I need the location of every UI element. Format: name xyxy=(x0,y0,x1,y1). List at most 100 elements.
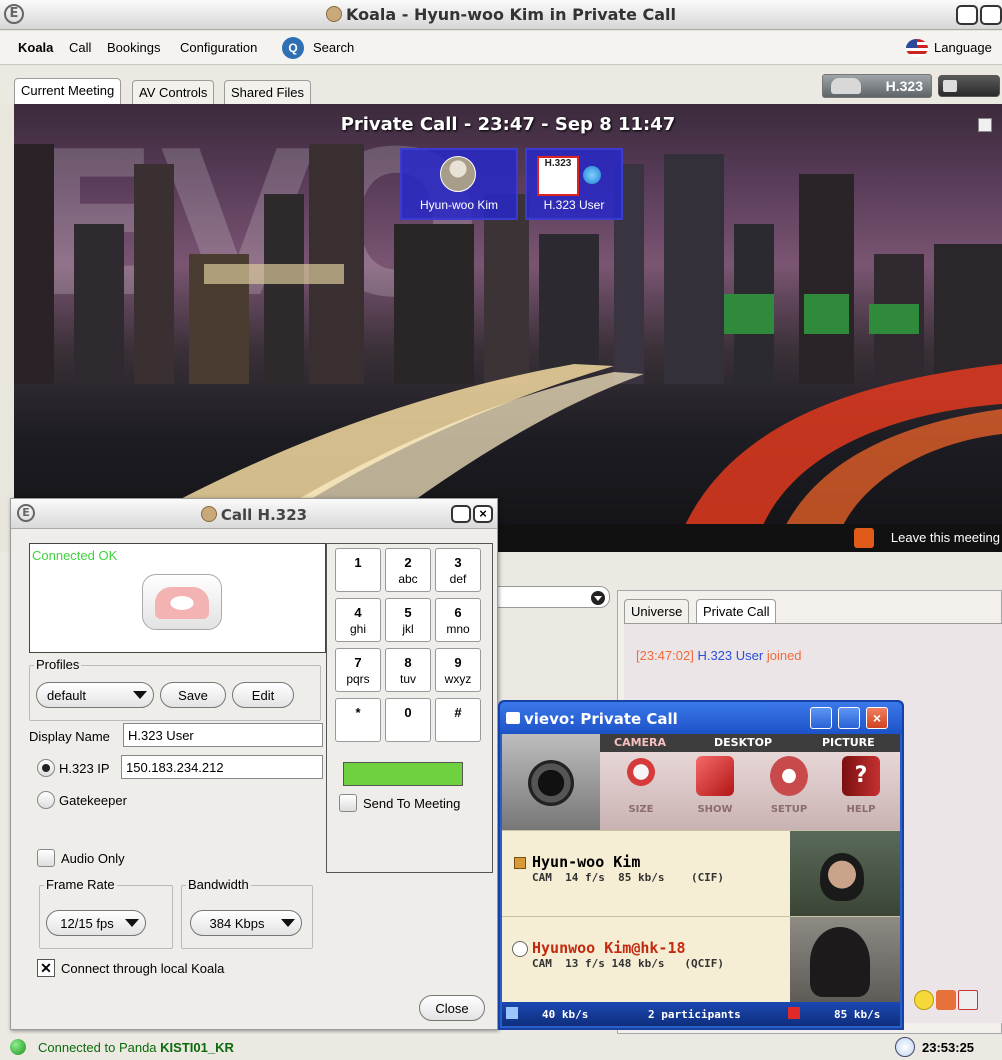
tool-label: SIZE xyxy=(628,804,654,815)
chat-toolbar xyxy=(914,990,980,1010)
h323-ip-radio[interactable] xyxy=(37,759,55,777)
tab-desktop[interactable]: DESKTOP xyxy=(714,736,772,749)
dial-key-6[interactable]: 6 mno xyxy=(435,598,481,642)
profile-value: default xyxy=(47,688,87,703)
chat-action: joined xyxy=(766,648,802,663)
vievo-participant-row[interactable]: Hyunwoo Kim@hk-18 CAM 13 f/s 148 kb/s (Q… xyxy=(502,916,900,1003)
exit-door-icon[interactable] xyxy=(854,528,874,548)
smiley-icon[interactable] xyxy=(914,990,934,1010)
clear-icon[interactable] xyxy=(958,990,978,1010)
connect-local-checkbox[interactable]: ✕ xyxy=(37,959,55,977)
bandwidth-select[interactable]: 384 Kbps xyxy=(190,910,302,936)
maximize-button[interactable] xyxy=(980,5,1002,25)
frame-rate-select[interactable]: 12/15 fps xyxy=(46,910,146,936)
participants-dropdown[interactable] xyxy=(483,586,610,608)
profile-select[interactable]: default xyxy=(36,682,154,708)
call-h323-dialog: E Call H.323 × Connected OK Profiles def… xyxy=(10,498,498,1030)
help-book-icon: ? xyxy=(842,756,880,796)
video-toggle-button[interactable] xyxy=(938,75,1000,97)
edit-icon[interactable] xyxy=(978,118,992,132)
connection-indicator-icon xyxy=(10,1039,26,1055)
vievo-close-button[interactable]: × xyxy=(866,707,888,729)
menu-call[interactable]: Call xyxy=(69,40,91,55)
connection-status: Connected OK xyxy=(32,548,118,563)
clock-icon xyxy=(895,1037,915,1057)
close-button[interactable]: Close xyxy=(419,995,485,1021)
tab-shared-files[interactable]: Shared Files xyxy=(224,80,311,104)
dial-display xyxy=(343,762,463,786)
vievo-minimize-button[interactable] xyxy=(810,707,832,729)
vievo-tabs: CAMERA DESKTOP PICTURE xyxy=(600,734,900,752)
send-to-meeting-label: Send To Meeting xyxy=(363,796,461,811)
tab-av-controls[interactable]: AV Controls xyxy=(132,80,215,104)
dial-key-4[interactable]: 4 ghi xyxy=(335,598,381,642)
chevron-down-icon xyxy=(133,689,147,701)
send-to-meeting-checkbox[interactable] xyxy=(339,794,357,812)
dial-key-5[interactable]: 5 jkl xyxy=(385,598,431,642)
menu-search[interactable]: Search xyxy=(313,40,354,55)
dialog-title: Call H.323 xyxy=(11,506,497,524)
dialog-minimize-button[interactable] xyxy=(451,505,471,523)
us-flag-icon[interactable] xyxy=(906,39,928,57)
gatekeeper-radio[interactable] xyxy=(37,791,55,809)
dial-key-0[interactable]: 0 xyxy=(385,698,431,742)
vievo-maximize-button[interactable] xyxy=(838,707,860,729)
vievo-status-bar: 40 kb/s 2 participants 85 kb/s xyxy=(502,1002,900,1026)
koala-icon xyxy=(200,506,217,522)
tab-current-meeting[interactable]: Current Meeting xyxy=(14,78,122,104)
save-button[interactable]: Save xyxy=(160,682,226,708)
size-button[interactable]: SIZE xyxy=(616,756,666,828)
koala-icon xyxy=(325,6,342,22)
leave-meeting-link[interactable]: Leave this meeting xyxy=(891,530,1000,545)
tab-private-call[interactable]: Private Call xyxy=(696,599,777,623)
dial-key-1[interactable]: 1 xyxy=(335,548,381,592)
tab-picture[interactable]: PICTURE xyxy=(822,736,875,749)
menu-bookings[interactable]: Bookings xyxy=(107,40,160,55)
dialog-title-text: Call H.323 xyxy=(220,506,308,524)
video-thumbnail[interactable] xyxy=(790,917,900,1003)
dial-key-7[interactable]: 7 pqrs xyxy=(335,648,381,692)
setup-button[interactable]: SETUP xyxy=(764,756,814,828)
chevron-down-icon xyxy=(125,917,139,929)
participant-card-hyun-woo-kim[interactable]: Hyun-woo Kim xyxy=(400,148,518,220)
dial-key-star[interactable]: * xyxy=(335,698,381,742)
key-digit: 8 xyxy=(404,655,412,670)
audio-only-label: Audio Only xyxy=(61,851,125,866)
h323-ip-field[interactable]: 150.183.234.212 xyxy=(121,755,323,779)
connect-local-label: Connect through local Koala xyxy=(61,961,225,976)
audio-only-checkbox[interactable] xyxy=(37,849,55,867)
h323-toggle-button[interactable]: H.323 xyxy=(822,74,932,98)
chat-username: H.323 User xyxy=(697,648,764,663)
display-name-field[interactable]: H.323 User xyxy=(123,723,323,747)
meeting-title: Private Call - 23:47 - Sep 8 11:47 xyxy=(340,114,676,135)
tab-universe[interactable]: Universe xyxy=(624,599,690,623)
dial-key-3[interactable]: 3 def xyxy=(435,548,481,592)
dialog-title-bar: E Call H.323 × xyxy=(11,499,497,529)
key-digit: 6 xyxy=(454,605,462,620)
menu-language[interactable]: Language xyxy=(934,40,992,55)
show-icon xyxy=(696,756,734,796)
dial-key-8[interactable]: 8 tuv xyxy=(385,648,431,692)
tab-camera[interactable]: CAMERA xyxy=(614,736,666,749)
search-icon[interactable]: Q xyxy=(282,37,304,59)
key-digit: 2 xyxy=(404,555,412,570)
help-button[interactable]: ? HELP xyxy=(836,756,886,828)
frame-rate-group: Frame Rate 12/15 fps xyxy=(39,877,173,949)
dial-key-2[interactable]: 2 abc xyxy=(385,548,431,592)
dial-key-9[interactable]: 9 wxyz xyxy=(435,648,481,692)
pencil-icon[interactable] xyxy=(936,990,956,1010)
menu-koala[interactable]: Koala xyxy=(18,40,53,55)
vievo-participant-row[interactable]: Hyun-woo Kim CAM 14 f/s 85 kb/s (CIF) xyxy=(502,830,900,917)
dial-key-hash[interactable]: # xyxy=(435,698,481,742)
video-person xyxy=(820,853,864,901)
show-button[interactable]: SHOW xyxy=(690,756,740,828)
edit-button[interactable]: Edit xyxy=(232,682,294,708)
minimize-button[interactable] xyxy=(956,5,978,25)
dialog-close-icon[interactable]: × xyxy=(473,505,493,523)
video-thumbnail[interactable] xyxy=(790,831,900,917)
menu-configuration[interactable]: Configuration xyxy=(180,40,257,55)
key-letters: abc xyxy=(398,572,418,586)
hangup-phone-button[interactable] xyxy=(142,574,222,630)
participant-card-h323-user[interactable]: H.323 H.323 User xyxy=(525,148,623,220)
connection-status-box: Connected OK xyxy=(29,543,326,653)
